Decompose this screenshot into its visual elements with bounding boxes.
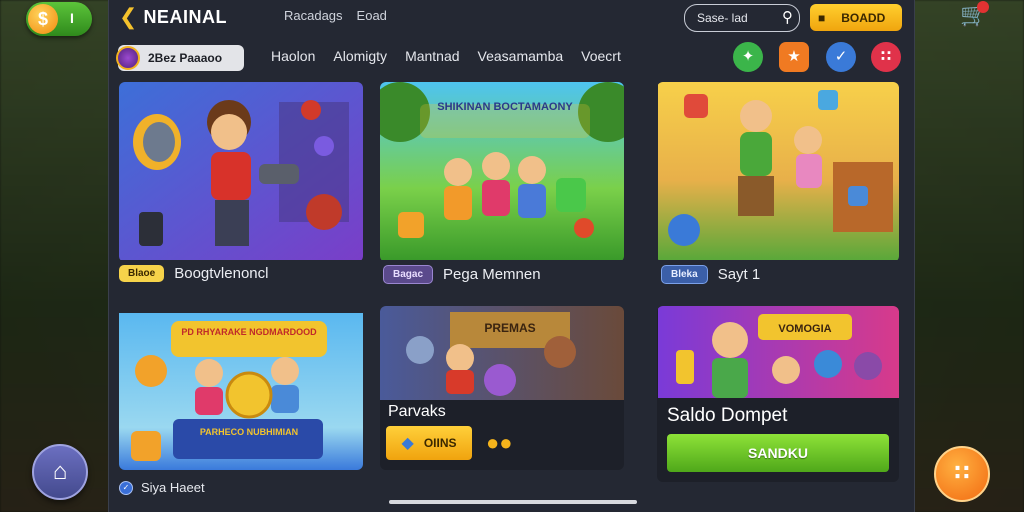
notification-dot [977,1,989,13]
bottom-row[interactable]: ✓ Siya Haeet [119,480,205,495]
search-input[interactable]: Sase- lad ⚲ [684,4,800,32]
card-art-4: PD RHYARAKE NGDMARDOOD PARHECO NUBHIMIAN [119,313,363,470]
home-indicator[interactable] [389,500,637,504]
star-icon[interactable]: ✦ [733,42,763,72]
card-6-art-text: VOMOGIA [778,323,831,335]
search-icon[interactable]: ⚲ [782,8,793,26]
card-1-badge: Blaoe [119,265,165,282]
card-1-meta: Blaoe Boogtvlenoncl [119,265,268,282]
bird-icon[interactable]: ✓ [826,42,856,72]
game-card-2[interactable]: SHIKINAN BOCTAMAONY [380,82,624,262]
card-4-art-text-bottom: PARHECO NUBHIMIAN [200,427,298,437]
apps-grid-icon[interactable]: ∷ [934,446,990,502]
card-3-badge: Bleka [661,265,708,284]
gem-icon: ◆ [401,435,414,452]
tab-4[interactable]: Veasamamba [478,48,564,64]
game-card-1[interactable] [119,82,363,262]
card-art-6: VOMOGIA [658,306,899,398]
card-art-3 [658,82,899,260]
grid-icon[interactable]: ∷ [871,42,901,72]
card-2-meta: Bagac Pega Memnen [383,265,541,284]
tab-5[interactable]: Voecrt [581,48,621,64]
check-icon: ✓ [119,480,133,495]
app-window: ❮ NEAINAL Racadags Eoad Sase- lad ⚲ ■ BO… [108,0,915,512]
home-icon[interactable]: ⌂ [32,444,88,500]
card-art-5: PREMAS [380,306,624,400]
background-right [904,0,1024,512]
card-6-button[interactable]: SANDKU [667,434,889,472]
bottom-row-label: Siya Haeet [141,480,205,495]
card-4-art-text-top: PD RHYARAKE NGDMARDOOD [181,327,317,337]
card-2-title[interactable]: Pega Memnen [443,266,541,283]
top-links: Racadags Eoad [284,8,387,23]
game-card-5[interactable]: PREMAS Parvaks ◆ OIINS ●● [380,306,624,470]
search-value: Sase- lad [697,11,748,25]
profile-chip[interactable]: 2Bez Paaaoo [116,45,244,71]
coin-count: I [70,10,74,26]
back-arrow-icon[interactable]: ❮ [119,6,137,28]
card-5-title: Parvaks [388,403,446,420]
top-link-1[interactable]: Racadags [284,8,343,23]
game-card-4[interactable]: PD RHYARAKE NGDMARDOOD PARHECO NUBHIMIAN [119,306,363,470]
card-5-button[interactable]: ◆ OIINS [386,426,472,460]
card-1-title[interactable]: Boogtvlenoncl [174,265,268,282]
game-card-6[interactable]: VOMOGIA Saldo Dompet SANDKU [657,306,899,482]
gift-icon[interactable]: ★ [779,42,809,72]
card-2-art-text: SHIKINAN BOCTAMAONY [437,101,573,113]
brand-name: NEAINAL [143,6,227,27]
card-6-title: Saldo Dompet [667,405,788,426]
card-5-art-text: PREMAS [484,321,535,335]
card-5-button-label: OIINS [423,436,457,450]
top-link-2[interactable]: Eoad [357,8,387,23]
background-left [0,0,120,512]
card-2-badge: Bagac [383,265,434,284]
profile-label: 2Bez Paaaoo [148,51,223,65]
card-3-meta: Bleka Sayt 1 [661,265,760,284]
top-action-button[interactable]: ■ BOADD [810,4,902,31]
card-art-2: SHIKINAN BOCTAMAONY [380,82,624,260]
coin-icon: $ [28,4,58,34]
avatar [116,46,140,70]
game-card-3[interactable] [657,82,899,262]
card-3-title[interactable]: Sayt 1 [718,266,761,283]
card-art-1 [119,82,363,260]
coin-balance-toggle[interactable]: $ I [26,2,92,36]
coins-icon: ●● [486,430,513,455]
brand[interactable]: ❮ NEAINAL [119,6,227,28]
cart-icon[interactable]: 🛒 [960,1,989,30]
top-action-label: BOADD [841,10,886,25]
tab-3[interactable]: Mantnad [405,48,459,64]
nav-tabs: Haolon Alomigty Mantnad Veasamamba Voecr… [271,48,621,64]
tab-1[interactable]: Haolon [271,48,315,64]
ticket-icon: ■ [818,10,826,25]
tab-2[interactable]: Alomigty [333,48,387,64]
